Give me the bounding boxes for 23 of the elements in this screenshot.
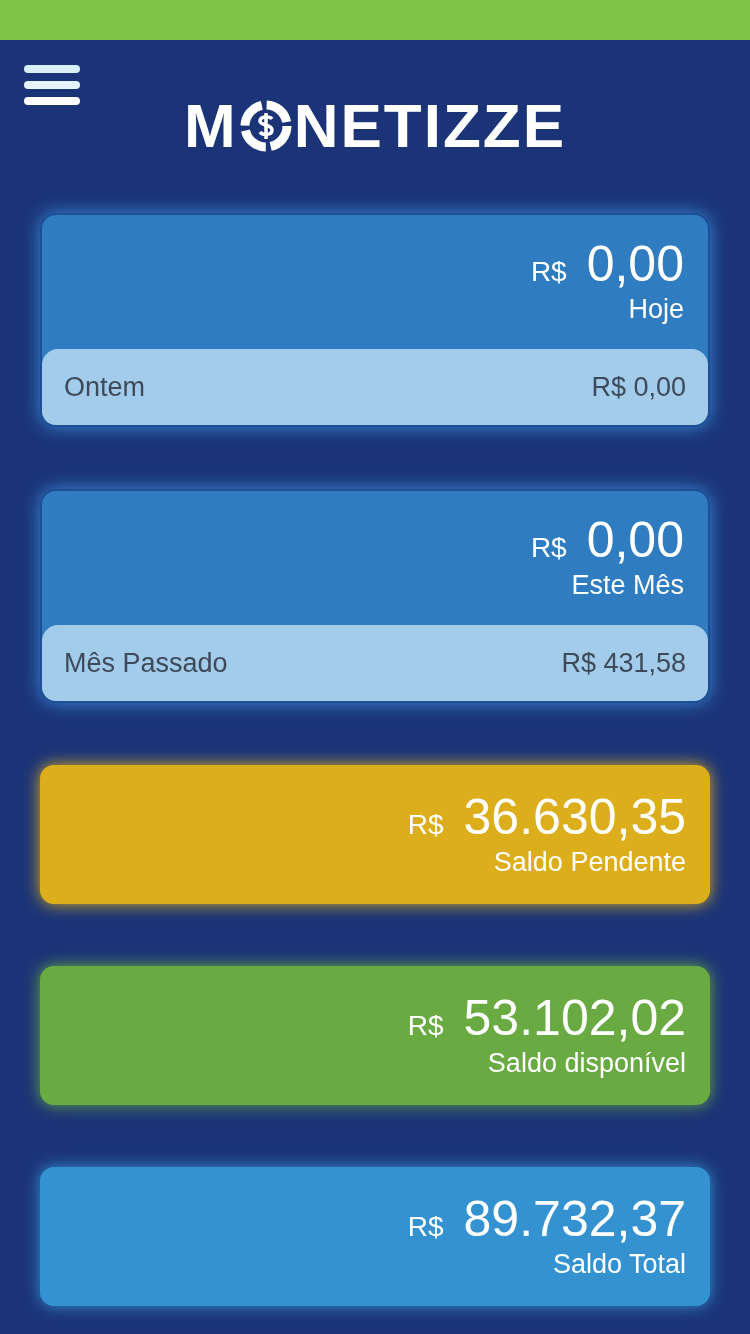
currency-label: R$ xyxy=(407,1008,444,1043)
amount-label: Hoje xyxy=(628,293,684,326)
footer-label: Ontem xyxy=(64,370,146,404)
menu-icon[interactable] xyxy=(24,65,80,105)
amount-value: 89.732,37 xyxy=(463,1191,686,1247)
amount-value: 36.630,35 xyxy=(463,789,686,845)
amount-label: Saldo Total xyxy=(552,1247,686,1281)
amount-value: 0,00 xyxy=(586,237,684,292)
currency-label: R$ xyxy=(407,1209,444,1244)
footer-value: R$ 0,00 xyxy=(591,370,686,404)
amount-label: Saldo disponível xyxy=(487,1046,686,1080)
amount-value: 0,00 xyxy=(586,513,684,568)
amount-label: Saldo Pendente xyxy=(493,845,686,879)
currency-label: R$ xyxy=(530,531,567,565)
footer-label: Mês Passado xyxy=(64,646,228,680)
currency-label: R$ xyxy=(407,807,444,842)
logo-text: NETIZZE xyxy=(293,94,566,157)
coin-icon xyxy=(239,99,292,152)
footer-value: R$ 431,58 xyxy=(561,646,686,680)
logo-text: M xyxy=(184,94,238,157)
currency-label: R$ xyxy=(530,255,567,289)
amount-label: Este Mês xyxy=(571,569,684,602)
amount-value: 53.102,02 xyxy=(463,990,686,1046)
